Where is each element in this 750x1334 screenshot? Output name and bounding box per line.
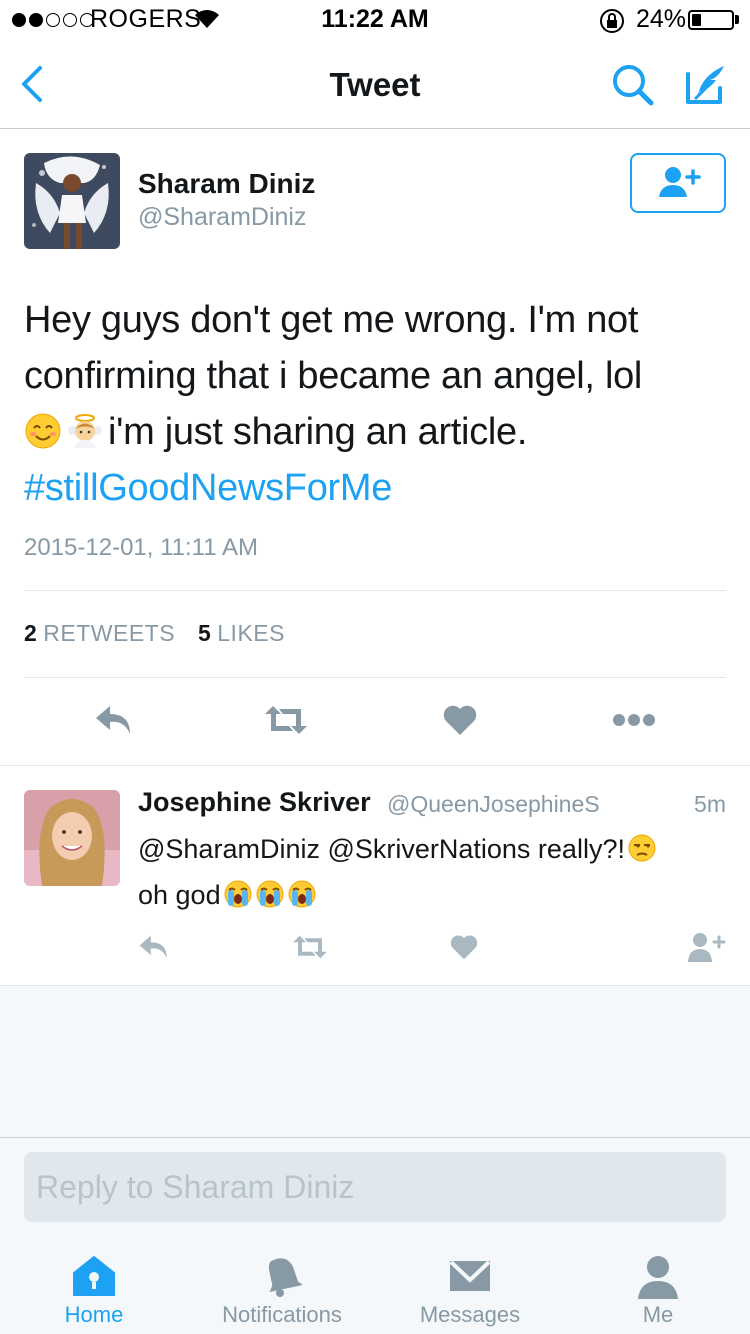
reply-time: 5m [694, 791, 726, 817]
person-icon [638, 1256, 678, 1299]
tab-label: Messages [419, 1302, 521, 1327]
tweet-text-end: i'm just sharing an article. [108, 411, 528, 453]
retweets-label: RETWEETS [43, 620, 176, 646]
more-dots-icon [613, 714, 655, 726]
reply-text-line: @SharamDiniz @SkriverNations really?! [138, 826, 728, 872]
reply-retweet-button[interactable] [280, 922, 340, 972]
search-button[interactable] [610, 62, 656, 108]
hashtag-link[interactable]: #stillGoodNewsForMe [24, 460, 724, 516]
likes-count: 5 [197, 620, 212, 646]
tab-home[interactable]: Home [4, 1237, 184, 1334]
like-button[interactable] [430, 695, 490, 745]
add-user-icon [688, 933, 726, 962]
add-user-icon [659, 167, 701, 197]
tab-notifications[interactable]: Notifications [192, 1237, 372, 1334]
reply-like-button[interactable] [434, 922, 494, 972]
reply-input[interactable] [24, 1152, 726, 1222]
avatar-photo [24, 790, 120, 886]
reply-button[interactable] [84, 695, 144, 745]
loudly-crying-face-emoji-icon [288, 880, 316, 908]
more-options-button[interactable] [604, 695, 664, 745]
tab-messages[interactable]: Messages [380, 1237, 560, 1334]
retweets-stat[interactable]: 2 RETWEETS [24, 620, 175, 646]
reply-text-end: oh god [138, 880, 221, 910]
follow-button[interactable] [630, 153, 726, 213]
envelope-icon [449, 1260, 491, 1291]
reply-follow-button[interactable] [676, 922, 736, 972]
battery-percent: 24% [636, 5, 687, 33]
retweet-button[interactable] [256, 695, 316, 745]
smiling-face-emoji-icon [25, 413, 61, 449]
tweet-text-line: confirming that i became an angel, lol [24, 355, 643, 397]
heart-icon [450, 935, 478, 960]
retweet-icon [293, 935, 327, 959]
divider [0, 765, 750, 766]
tab-label: Home [64, 1302, 124, 1327]
tweet-stats: 2 RETWEETS 5 LIKES [24, 620, 285, 647]
author-name[interactable]: Sharam Diniz [138, 168, 315, 200]
tweet-timestamp: 2015-12-01, 11:11 AM [24, 534, 258, 561]
loudly-crying-face-emoji-icon [224, 880, 252, 908]
tweet-text-line: i'm just sharing an article. [24, 404, 724, 460]
reply-mentions[interactable]: @SharamDiniz @SkriverNations really?! [138, 834, 625, 864]
reply-author-avatar[interactable] [24, 790, 120, 886]
divider [24, 590, 726, 591]
retweets-count: 2 [24, 620, 38, 646]
reply-text-line: oh god [138, 872, 728, 918]
nav-bar: Tweet [0, 40, 750, 129]
retweet-icon [265, 706, 307, 734]
tweet-text-line: Hey guys don't get me wrong. I'm not [24, 299, 639, 341]
reply-author-name[interactable]: Josephine Skriver [138, 787, 371, 818]
tab-me[interactable]: Me [568, 1237, 748, 1334]
status-bar: ROGERS 11:22 AM 24% [0, 0, 750, 40]
reply-reply-button[interactable] [124, 922, 184, 972]
reply-author-handle[interactable]: @QueenJosephineS [387, 791, 600, 818]
angel-emoji-icon [68, 414, 102, 448]
heart-icon [443, 705, 477, 735]
empty-timeline-area [0, 985, 750, 1138]
rotation-lock-icon [600, 9, 624, 33]
tab-label: Notifications [222, 1302, 342, 1327]
compose-icon [686, 66, 724, 104]
tab-bar: Home Notifications Messages Me [0, 1237, 750, 1334]
battery-icon [688, 10, 734, 30]
loudly-crying-face-emoji-icon [256, 880, 284, 908]
battery-nub [735, 15, 739, 24]
author-handle[interactable]: @SharamDiniz [138, 203, 306, 232]
likes-stat[interactable]: 5 LIKES [198, 620, 285, 646]
avatar-photo [24, 153, 120, 249]
compose-button[interactable] [682, 60, 730, 108]
reply-icon [96, 706, 130, 734]
home-icon [73, 1256, 115, 1296]
tweet-text: Hey guys don't get me wrong. I'm not con… [24, 292, 724, 516]
author-avatar[interactable] [24, 153, 120, 249]
bell-icon [268, 1258, 302, 1297]
search-icon [613, 65, 654, 106]
divider [24, 677, 726, 678]
reply-text: @SharamDiniz @SkriverNations really?! oh… [138, 826, 728, 918]
likes-label: LIKES [217, 620, 285, 646]
reply-icon [139, 935, 167, 959]
tab-label: Me [642, 1302, 674, 1327]
unamused-face-emoji-icon [628, 834, 656, 862]
